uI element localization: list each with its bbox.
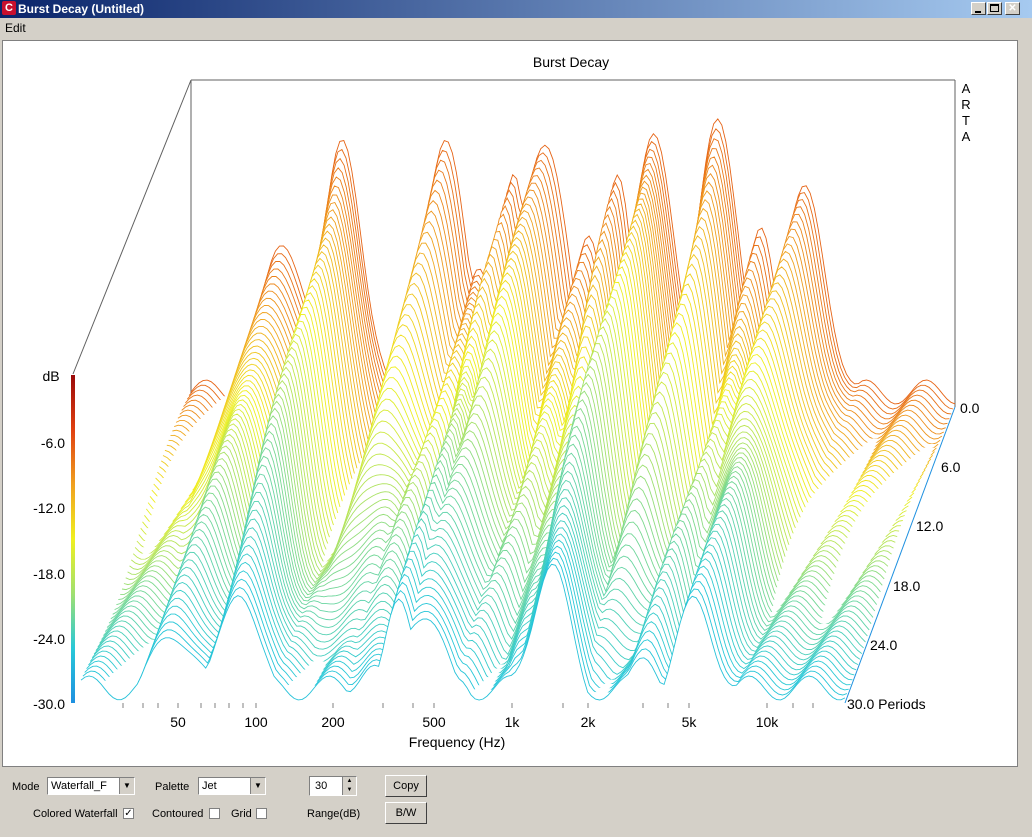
colorbar-tick: -30.0	[33, 696, 65, 712]
brand-letter: T	[962, 113, 970, 128]
title-bar: C Burst Decay (Untitled) ✕	[0, 0, 1032, 18]
colored-waterfall-label: Colored Waterfall	[33, 808, 118, 820]
waterfall-plot: Burst Decay A R T A dB -6.0 -12.0 -18.0 …	[33, 54, 980, 750]
palette-value: Jet	[202, 780, 217, 792]
range-label: Range(dB)	[307, 808, 361, 820]
colorbar-tick: -6.0	[41, 435, 65, 451]
colorbar-tick: -18.0	[33, 566, 65, 582]
z-tick-label: 24.0	[870, 637, 897, 653]
plot-frame: Burst Decay A R T A dB -6.0 -12.0 -18.0 …	[2, 40, 1018, 767]
z-tick-label: 6.0	[941, 459, 961, 475]
mode-value: Waterfall_F	[51, 780, 107, 792]
copy-button[interactable]: Copy	[385, 775, 427, 797]
mode-select[interactable]: Waterfall_F ▼	[47, 777, 135, 795]
palette-label: Palette	[155, 781, 190, 793]
colored-waterfall-checkbox[interactable]: ✓	[123, 808, 134, 819]
x-tick-label: 200	[321, 714, 345, 730]
range-spinner[interactable]: 30 ▲ ▼	[309, 776, 357, 796]
chevron-down-icon[interactable]: ▼	[250, 778, 265, 794]
brand-letter: A	[962, 129, 971, 144]
z-tick-label: 18.0	[893, 578, 920, 594]
x-minor-ticks	[122, 703, 814, 708]
close-icon[interactable]: ✕	[1005, 2, 1020, 15]
brand-letter: A	[962, 81, 971, 96]
x-tick-label: 500	[422, 714, 446, 730]
brand-letter: R	[961, 97, 970, 112]
colorbar	[71, 375, 75, 703]
bw-button[interactable]: B/W	[385, 802, 427, 824]
spin-down-icon[interactable]: ▼	[342, 786, 356, 795]
x-tick-label: 5k	[682, 714, 698, 730]
x-tick-label: 10k	[756, 714, 780, 730]
z-tick-label: 0.0	[960, 400, 980, 416]
range-value: 30	[315, 780, 328, 792]
x-tick-label: 100	[244, 714, 268, 730]
plot-title: Burst Decay	[533, 54, 609, 70]
mode-label: Mode	[12, 781, 40, 793]
side-panel-edge	[1018, 40, 1032, 767]
contoured-checkbox[interactable]	[209, 808, 220, 819]
x-tick-label: 1k	[505, 714, 521, 730]
x-tick-label: 50	[170, 714, 186, 730]
z-tick-label: 30.0 Periods	[847, 696, 926, 712]
chevron-down-icon[interactable]: ▼	[119, 778, 134, 794]
x-tick-label: 2k	[581, 714, 597, 730]
maximize-icon[interactable]	[987, 2, 1002, 15]
x-axis-label: Frequency (Hz)	[409, 734, 505, 750]
colorbar-label: dB	[42, 368, 59, 384]
minimize-icon[interactable]	[971, 2, 986, 15]
colorbar-tick: -24.0	[33, 631, 65, 647]
side-wall-edge	[72, 79, 192, 375]
palette-select[interactable]: Jet ▼	[198, 777, 266, 795]
grid-checkbox[interactable]	[256, 808, 267, 819]
spin-up-icon[interactable]: ▲	[342, 777, 356, 786]
grid-label: Grid	[231, 808, 252, 820]
arta-app-icon[interactable]: C	[2, 1, 16, 15]
menu-edit[interactable]: Edit	[5, 21, 26, 35]
window-title: Burst Decay (Untitled)	[18, 2, 145, 16]
z-tick-label: 12.0	[916, 518, 943, 534]
menu-bar: Edit	[0, 18, 1032, 38]
colorbar-tick: -12.0	[33, 500, 65, 516]
waterfall-slices	[80, 118, 956, 701]
contoured-label: Contoured	[152, 808, 204, 820]
arta-brand: A R T A	[961, 81, 970, 144]
